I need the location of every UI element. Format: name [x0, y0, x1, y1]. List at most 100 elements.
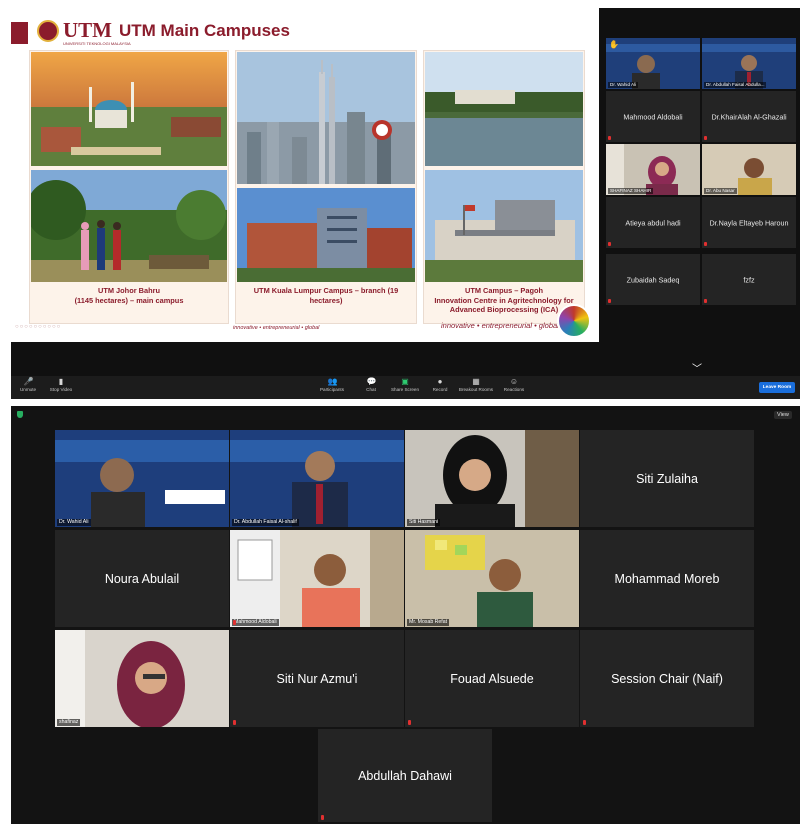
mic-muted-icon [704, 136, 707, 140]
participant-name: Dr.KhairAlah Al-Ghazali [711, 112, 787, 121]
participant-name: Dr. Abdullah Faisal Abdulla... [704, 82, 767, 88]
slide-footer-small: innovative • entrepreneurial • global [233, 325, 320, 331]
record-icon: ● [437, 377, 443, 386]
breakout-rooms-icon: ▦ [472, 377, 480, 386]
photo-kl-building [237, 188, 415, 282]
reactions-button[interactable]: ☺ Reactions [501, 378, 527, 393]
record-button[interactable]: ● Record [429, 378, 451, 393]
participants-button[interactable]: 👥 Participants [317, 378, 347, 393]
participant-name: Dr. Abdullah Faisal Al-shalif [232, 519, 299, 526]
unmute-label: Unmute [19, 387, 37, 392]
participant-name: Siti Nur Azmu'i [276, 671, 358, 686]
mic-muted-icon [608, 299, 611, 303]
participant-name: Abdullah Dahawi [358, 768, 452, 783]
participant-tile[interactable]: Zubaidah Sadeq [606, 254, 700, 305]
share-screen-label: Share Screen [390, 387, 420, 392]
participant-tile[interactable]: Noura Abulail [55, 530, 229, 627]
mic-muted-icon [608, 136, 611, 140]
breakout-rooms-button[interactable]: ▦ Breakout Rooms [457, 378, 495, 393]
participant-name: Mahmood Aldobali [232, 619, 279, 626]
participant-tile-active-speaker[interactable]: SHAFINAZ SHAHIR [606, 144, 700, 195]
stop-video-label: Stop Video [49, 387, 73, 392]
security-shield-icon[interactable] [17, 411, 23, 418]
chevron-down-icon[interactable]: ﹀ [692, 360, 702, 375]
mic-muted-icon [321, 815, 324, 820]
mic-muted-icon [704, 299, 707, 303]
participant-name: fzfz [743, 275, 755, 284]
share-screen-icon: ▣ [401, 377, 409, 386]
video-camera-icon: ▮ [58, 377, 64, 386]
globe-logo-icon [557, 304, 591, 338]
participant-name: Siti Hasmani [407, 519, 441, 526]
utm-logo-text: UTM [63, 18, 112, 42]
mic-muted-icon [408, 720, 411, 725]
zoom-window-bottom: View Dr. Wahid Ali Dr. Abdullah Faisal A… [11, 406, 800, 824]
shared-slide: UTM UNIVERSITI TEKNOLOGI MALAYSIA UTM Ma… [11, 8, 599, 342]
zoom-window-top: UTM UNIVERSITI TEKNOLOGI MALAYSIA UTM Ma… [11, 8, 800, 399]
video-tile[interactable]: shafinaz [55, 630, 229, 727]
meeting-toolbar: 🎤 Unmute ▮ Stop Video 👥 Participants 💬 C… [11, 376, 800, 399]
video-tile-active-speaker[interactable]: Dr. Wahid Ali [55, 430, 229, 527]
share-screen-button[interactable]: ▣ Share Screen [390, 378, 420, 393]
participant-tile[interactable]: ✋ Dr. Wahid Ali [606, 38, 700, 89]
mic-muted-icon [704, 242, 707, 246]
caption-kl: UTM Kuala Lumpur Campus – branch (19 hec… [253, 286, 399, 305]
participant-tile[interactable]: Fouad Alsuede [405, 630, 579, 727]
participant-name: Zubaidah Sadeq [626, 275, 680, 284]
leave-room-button[interactable]: Leave Room [759, 382, 795, 393]
photo-pagoh-building [425, 170, 583, 282]
participant-name: Fouad Alsuede [450, 671, 534, 686]
photo-kl-skyline [237, 52, 415, 184]
participant-tile[interactable]: Siti Zulaiha [580, 430, 754, 527]
participant-tile[interactable]: Mohammad Moreb [580, 530, 754, 627]
view-button[interactable]: View [774, 411, 792, 419]
photo-johor-mosque [31, 52, 227, 166]
participant-name: SHAFINAZ SHAHIR [608, 188, 654, 194]
photo-johor-campus [31, 170, 227, 282]
video-tile[interactable]: Mahmood Aldobali [230, 530, 404, 627]
participant-name: Atieya abdul hadi [625, 218, 681, 227]
mic-muted-icon [233, 720, 236, 725]
reactions-icon: ☺ [509, 377, 519, 386]
slide-decoration: ○○○○○○○○○○ [15, 324, 62, 330]
participant-tile[interactable]: Atieya abdul hadi [606, 197, 700, 248]
participant-name: Dr.Nayla Eltayeb Haroun [709, 218, 789, 227]
participant-tile[interactable]: fzfz [702, 254, 796, 305]
caption-johor: UTM Johor Bahru (1145 hectares) – main c… [74, 286, 184, 305]
participant-tile[interactable]: Siti Nur Azmu'i [230, 630, 404, 727]
breakout-rooms-label: Breakout Rooms [458, 387, 494, 392]
participant-tile[interactable]: Dr. Abdullah Faisal Abdulla... [702, 38, 796, 89]
record-label: Record [432, 387, 448, 392]
participant-name: Siti Zulaiha [636, 471, 698, 486]
video-tile[interactable]: Siti Hasmani [405, 430, 579, 527]
raised-hand-icon: ✋ [609, 40, 619, 49]
video-tile[interactable]: Dr. Abdullah Faisal Al-shalif [230, 430, 404, 527]
participant-tile[interactable]: Session Chair (Naif) [580, 630, 754, 727]
participant-tile[interactable]: Dr. Abu Nasar [702, 144, 796, 195]
microphone-muted-icon: 🎤 [23, 377, 34, 386]
participants-icon: 👥 [327, 377, 338, 386]
participant-name: Noura Abulail [104, 571, 180, 586]
participant-tile[interactable]: Dr.Nayla Eltayeb Haroun [702, 197, 796, 248]
participants-label: Participants [319, 387, 344, 392]
slide-footer-large: innovative • entrepreneurial • global [441, 321, 559, 330]
participant-tile[interactable]: Dr.KhairAlah Al-Ghazali [702, 91, 796, 142]
photo-pagoh-lake [425, 52, 583, 166]
mic-muted-icon [233, 620, 236, 625]
participant-name: shafinaz [57, 719, 81, 726]
participant-name: Session Chair (Naif) [611, 671, 723, 686]
participant-tile[interactable]: Mahmood Aldobali [606, 91, 700, 142]
participant-name: Mohammad Moreb [614, 571, 720, 586]
utm-crest-icon [37, 20, 59, 42]
slide-title: UTM Main Campuses [119, 21, 290, 40]
slide-accent-bar [11, 22, 28, 44]
video-tile[interactable]: Mr. Mosab Refat [405, 530, 579, 627]
participant-name: Mahmood Aldobali [623, 112, 683, 121]
mic-muted-icon [583, 720, 586, 725]
chat-label: Chat [366, 387, 376, 392]
participant-tile[interactable]: Abdullah Dahawi [318, 729, 492, 822]
mic-muted-icon [608, 242, 611, 246]
stop-video-button[interactable]: ▮ Stop Video [47, 378, 75, 393]
unmute-button[interactable]: 🎤 Unmute [17, 378, 39, 393]
chat-button[interactable]: 💬 Chat [361, 378, 381, 393]
